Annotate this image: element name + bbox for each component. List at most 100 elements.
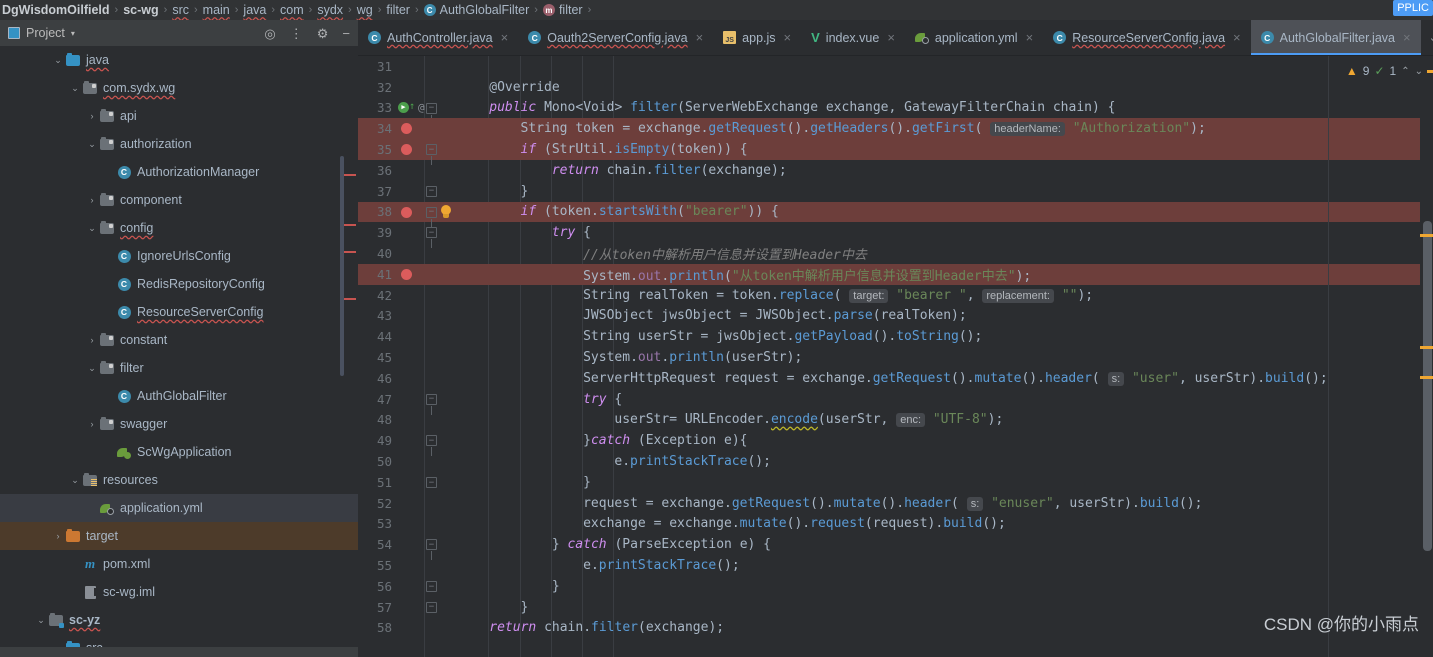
next-problem-icon[interactable]: ⌄ — [1415, 66, 1423, 77]
tree-node-scwgapplication[interactable]: › ScWgApplication — [0, 438, 358, 466]
breadcrumb-item-authglobalfilter[interactable]: C AuthGlobalFilter — [422, 3, 532, 17]
breakpoint-icon[interactable] — [401, 206, 412, 218]
editor-tab-app-js[interactable]: JS app.js × — [713, 20, 801, 55]
editor-tab-resourceserverconfig-java[interactable]: C ResourceServerConfig.java × — [1043, 20, 1250, 55]
code-line[interactable]: 31 — [358, 56, 1433, 77]
tree-node-sc-yz[interactable]: ⌄ sc-yz — [0, 606, 358, 634]
code-fold-icon[interactable]: − — [426, 393, 437, 415]
code-line[interactable]: 40 //从token中解析用户信息并设置到Header中去 — [358, 243, 1433, 264]
code-fold-icon[interactable]: − — [426, 539, 437, 561]
gutter-icons[interactable] — [396, 243, 426, 264]
breadcrumb-item-filter[interactable]: m filter — [541, 3, 585, 17]
code-line[interactable]: 38 − if (token.startsWith("bearer")) { — [358, 201, 1433, 228]
close-icon[interactable]: × — [887, 30, 895, 45]
tree-node-authglobalfilter[interactable]: ›C AuthGlobalFilter — [0, 382, 358, 410]
tree-node-constant[interactable]: › constant — [0, 326, 358, 354]
gutter-icons[interactable] — [396, 202, 426, 223]
gutter-icons[interactable] — [396, 77, 426, 98]
gutter-icons[interactable] — [396, 368, 426, 389]
code-fold-icon[interactable]: − — [426, 581, 437, 592]
code-line[interactable]: 32 @Override — [358, 77, 1433, 98]
intention-bulb-icon[interactable] — [440, 204, 452, 219]
close-icon[interactable]: × — [696, 30, 704, 45]
breadcrumb-item-com[interactable]: com — [278, 3, 306, 17]
tree-node-ignoreurlsconfig[interactable]: ›C IgnoreUrlsConfig — [0, 242, 358, 270]
project-title-group[interactable]: Project ▾ — [8, 26, 264, 40]
gutter-icons[interactable] — [396, 514, 426, 535]
project-tree-scrollbar[interactable] — [340, 156, 344, 376]
overriding-method-icon[interactable]: ↑ — [409, 101, 415, 112]
code-line[interactable]: 55 e.printStackTrace(); — [358, 555, 1433, 576]
tree-node-filter[interactable]: ⌄ filter — [0, 354, 358, 382]
code-fold-icon[interactable]: − — [426, 206, 437, 228]
chevron-right-icon[interactable]: › — [85, 111, 99, 121]
tree-node-java[interactable]: ⌄ java — [0, 46, 358, 74]
gutter-icons[interactable] — [396, 555, 426, 576]
gutter-icons[interactable] — [396, 181, 426, 202]
editor-tab-index-vue[interactable]: Vindex.vue × — [801, 20, 905, 55]
gutter-icons[interactable] — [396, 451, 426, 472]
code-line[interactable]: 51 −} — [358, 472, 1433, 493]
code-fold-icon[interactable]: − — [426, 227, 437, 249]
gutter-icons[interactable] — [396, 326, 426, 347]
tree-node-application-yml[interactable]: › application.yml — [0, 494, 358, 522]
gutter-icons[interactable] — [396, 347, 426, 368]
gutter-icons[interactable] — [396, 56, 426, 77]
gutter-icons[interactable] — [396, 264, 426, 285]
chevron-down-icon[interactable]: ▾ — [71, 29, 75, 38]
code-line[interactable]: 50 e.printStackTrace(); — [358, 451, 1433, 472]
editor-tab-authcontroller-java[interactable]: C AuthController.java × — [358, 20, 518, 55]
editor-tab-oauth2serverconfig-java[interactable]: C Oauth2ServerConfig.java × — [518, 20, 713, 55]
breakpoint-icon[interactable] — [401, 123, 412, 135]
code-line[interactable]: 33 ▶ ↑ @ − public Mono<Void> filter(ServerWeb… — [358, 98, 1433, 124]
gutter-icons[interactable] — [396, 389, 426, 410]
editor-scrollbar[interactable] — [1420, 56, 1433, 657]
gutter-icons[interactable] — [396, 118, 426, 139]
gutter-icons[interactable] — [396, 576, 426, 597]
chevron-down-icon[interactable]: ⌄ — [68, 83, 82, 94]
inspection-widget[interactable]: ▲ 9 ✓ 1 ⌃ ⌄ — [1341, 60, 1427, 82]
gutter-icons[interactable]: ▶ ↑ @ — [396, 98, 426, 119]
chevron-down-icon[interactable]: ⌄ — [85, 363, 99, 374]
gutter-icons[interactable] — [396, 472, 426, 493]
tree-node-sc-wg-iml[interactable]: › sc-wg.iml — [0, 578, 358, 606]
code-fold-icon[interactable]: − — [426, 601, 437, 613]
tree-node-api[interactable]: › api — [0, 102, 358, 130]
code-line[interactable]: 43 JWSObject jwsObject = JWSObject.parse(… — [358, 306, 1433, 327]
run-gutter-icon[interactable]: ▶ — [398, 101, 409, 113]
chevron-down-icon[interactable]: ⌄ — [51, 55, 65, 66]
code-line[interactable]: 34 String token = exchange.getRequest().g… — [358, 118, 1433, 140]
code-editor[interactable]: 31 32 @Override 33 ▶ ↑ @ − public Mono<Void> fil… — [358, 56, 1433, 657]
tree-node-resources[interactable]: ⌄ resources — [0, 466, 358, 494]
code-line[interactable]: 47 − try { — [358, 389, 1433, 415]
chevron-right-icon[interactable]: › — [85, 195, 99, 205]
close-icon[interactable]: × — [1026, 30, 1034, 45]
breadcrumb-item-main[interactable]: main — [201, 3, 232, 17]
tree-node-swagger[interactable]: › swagger — [0, 410, 358, 438]
gutter-icons[interactable] — [396, 597, 426, 618]
code-line[interactable]: 54 −} catch (ParseException e) { — [358, 534, 1433, 561]
chevron-right-icon[interactable]: › — [85, 419, 99, 429]
code-line[interactable]: 53 exchange = exchange.mutate().request(r… — [358, 514, 1433, 535]
chevron-down-icon[interactable]: ⌄ — [85, 139, 99, 150]
breadcrumb-item-dgwisdomoilfield[interactable]: DgWisdomOilfield — [0, 3, 112, 17]
tabs-overflow-chevron-down-icon[interactable]: ⌄ — [1421, 20, 1433, 55]
tree-node-authorization[interactable]: ⌄ authorization — [0, 130, 358, 158]
code-line[interactable]: 44 String userStr = jwsObject.getPayload(… — [358, 326, 1433, 347]
code-fold-icon[interactable]: − — [426, 435, 437, 457]
gutter-icons[interactable] — [396, 139, 426, 160]
code-line[interactable]: 56 −} — [358, 576, 1433, 597]
gutter-icons[interactable] — [396, 222, 426, 243]
gutter-icons[interactable] — [396, 306, 426, 327]
code-line[interactable]: 52 request = exchange.getRequest().mutate… — [358, 493, 1433, 514]
chevron-right-icon[interactable]: › — [85, 335, 99, 345]
code-fold-icon[interactable]: − — [426, 185, 437, 197]
breadcrumb-item-filter[interactable]: filter — [384, 3, 412, 17]
tree-node-resourceserverconfig[interactable]: ›C ResourceServerConfig — [0, 298, 358, 326]
tree-node-config[interactable]: ⌄ config — [0, 214, 358, 242]
gutter-icons[interactable] — [396, 493, 426, 514]
breadcrumb-item-sydx[interactable]: sydx — [315, 3, 345, 17]
breakpoint-icon[interactable] — [401, 269, 412, 280]
editor-tab-authglobalfilter-java[interactable]: C AuthGlobalFilter.java × — [1250, 20, 1421, 55]
code-fold-icon[interactable]: − — [426, 102, 437, 124]
